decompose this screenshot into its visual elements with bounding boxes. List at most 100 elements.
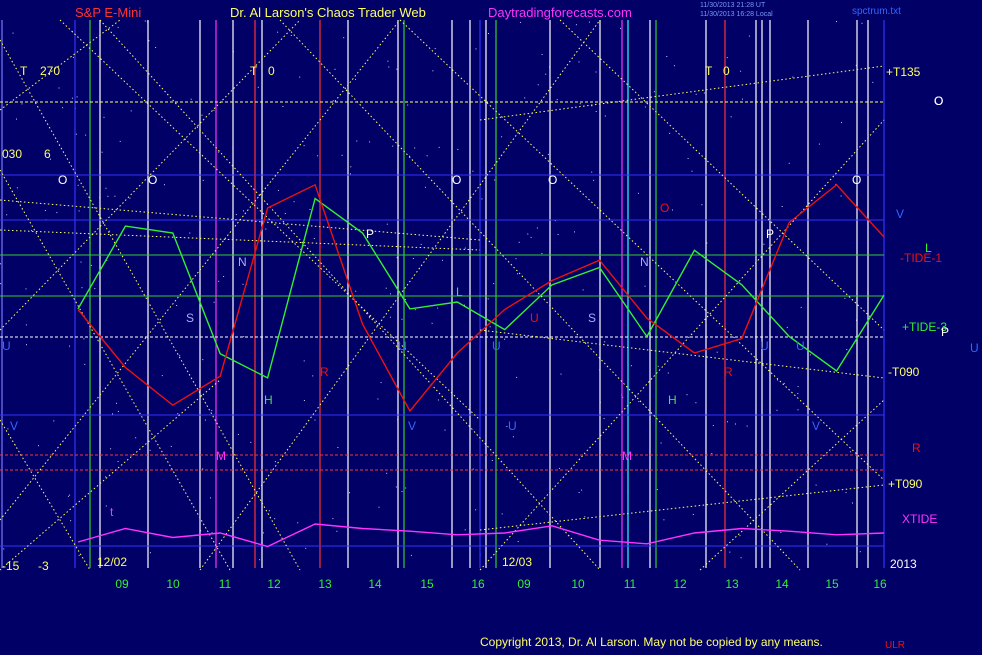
planet-marker: S xyxy=(588,311,596,325)
star-dot xyxy=(290,34,292,36)
star-dot xyxy=(77,184,79,186)
star-dot xyxy=(488,33,489,34)
star-dot xyxy=(112,413,113,415)
star-dot xyxy=(31,230,32,232)
star-dot xyxy=(740,70,742,72)
star-dot xyxy=(558,467,560,469)
star-dot xyxy=(305,547,307,549)
star-dot xyxy=(257,86,259,88)
star-dot xyxy=(630,365,632,367)
star-dot xyxy=(578,492,580,493)
star-dot xyxy=(202,179,204,181)
star-dot xyxy=(638,401,640,403)
star-dot xyxy=(117,26,119,28)
x-tick-label: 14 xyxy=(368,577,382,591)
timestamp-local: 11/30/2013 16:28 Local xyxy=(700,11,773,18)
planet-marker: P xyxy=(366,227,374,241)
star-dot xyxy=(489,326,491,328)
star-dot xyxy=(711,453,713,455)
star-dot xyxy=(603,418,605,420)
site-label: Daytradingforecasts.com xyxy=(488,5,632,20)
star-dot xyxy=(44,210,46,211)
star-dot xyxy=(414,309,416,311)
star-dot xyxy=(457,148,459,150)
star-dot xyxy=(541,253,543,254)
planet-marker: t xyxy=(110,505,114,519)
star-dot xyxy=(334,68,336,70)
star-dot xyxy=(78,210,80,212)
star-dot xyxy=(701,204,703,206)
star-dot xyxy=(840,195,842,197)
star-dot xyxy=(530,236,532,238)
planet-marker: U xyxy=(398,339,407,353)
star-dot xyxy=(213,301,215,303)
star-dot xyxy=(401,491,403,492)
star-dot xyxy=(520,21,522,23)
star-dot xyxy=(105,476,107,478)
planet-marker: U xyxy=(492,339,501,353)
star-dot xyxy=(464,247,466,249)
star-dot xyxy=(144,20,146,22)
star-dot xyxy=(579,103,581,105)
label-t090-minus: -T090 xyxy=(888,365,920,379)
value-neg3: -3 xyxy=(38,559,49,573)
star-dot xyxy=(475,48,477,50)
planet-marker: R xyxy=(724,365,733,379)
star-dot xyxy=(560,373,562,375)
star-dot xyxy=(202,359,204,361)
planet-marker: O xyxy=(852,173,861,187)
planet-marker: H xyxy=(668,393,677,407)
t-label-left: T xyxy=(20,64,28,78)
x-tick-label: 15 xyxy=(420,577,434,591)
star-dot xyxy=(243,210,244,212)
star-dot xyxy=(396,68,398,70)
star-dot xyxy=(491,460,493,461)
star-dot xyxy=(438,146,440,148)
star-dot xyxy=(130,110,132,112)
planet-marker: U xyxy=(796,339,805,353)
star-dot xyxy=(663,519,665,521)
star-dot xyxy=(385,287,387,289)
star-dot xyxy=(669,132,671,134)
diagonal-line xyxy=(479,119,885,571)
star-dot xyxy=(826,543,828,545)
star-dot xyxy=(135,437,137,439)
star-dot xyxy=(250,441,252,443)
planet-marker: U xyxy=(530,311,539,325)
star-dot xyxy=(797,386,799,388)
star-dot xyxy=(414,147,416,149)
star-dot xyxy=(695,93,697,95)
star-dot xyxy=(313,238,315,239)
star-dot xyxy=(101,151,103,153)
star-dot xyxy=(201,114,203,116)
star-dot xyxy=(518,241,520,243)
star-dot xyxy=(797,409,799,411)
star-dot xyxy=(25,324,27,326)
star-dot xyxy=(277,189,279,191)
star-dot xyxy=(70,520,72,522)
star-dot xyxy=(274,461,276,463)
star-dot xyxy=(547,153,549,155)
x-tick-label: 15 xyxy=(825,577,839,591)
filename-label: spctrum.txt xyxy=(852,6,901,17)
star-dot xyxy=(114,195,116,197)
star-dot xyxy=(515,258,517,260)
star-dot xyxy=(407,104,409,106)
star-dot xyxy=(494,179,496,181)
star-dot xyxy=(309,209,311,210)
star-dot xyxy=(781,206,783,207)
star-dot xyxy=(303,145,305,147)
star-dot xyxy=(850,451,852,453)
star-dot xyxy=(3,548,5,550)
star-dot xyxy=(213,109,215,111)
star-dot xyxy=(786,326,788,328)
label-r-right: R xyxy=(912,441,921,455)
star-dot xyxy=(380,382,382,384)
star-dot xyxy=(149,449,151,451)
star-dot xyxy=(349,173,351,175)
star-dot xyxy=(401,318,403,320)
star-dot xyxy=(6,214,8,216)
diagonal-line xyxy=(0,169,231,571)
x-tick-label: 13 xyxy=(725,577,739,591)
star-dot xyxy=(69,494,71,496)
